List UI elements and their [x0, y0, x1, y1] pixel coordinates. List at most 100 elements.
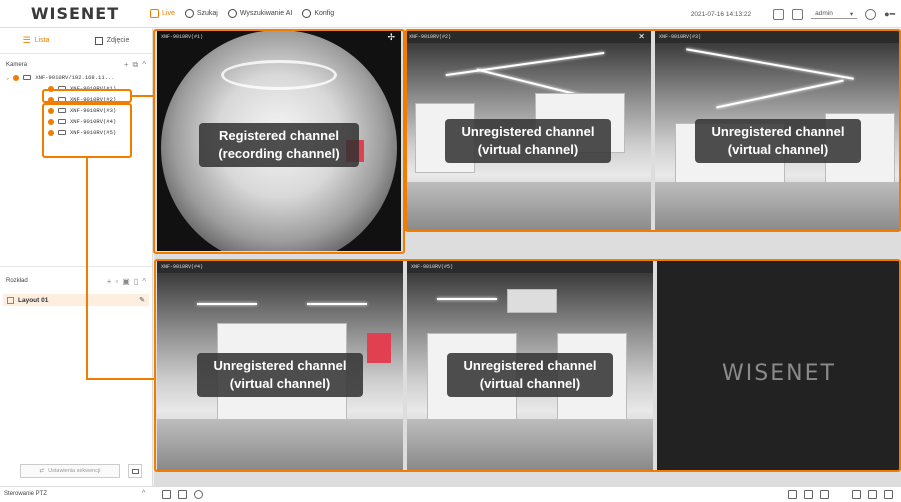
save-icon[interactable]: ▫ — [115, 277, 118, 286]
bottom-bar: Sterowanie PTZ ^ — [0, 486, 901, 502]
status-dot — [48, 129, 54, 136]
layout-item[interactable]: Layout 01 ✎ — [3, 294, 149, 306]
tile-caption: XNF-9010RV(#3) — [659, 34, 702, 40]
channel-subtype: (virtual channel) — [727, 142, 829, 157]
sidebar-tabs: ☰ Lista Zdjęcie — [0, 28, 152, 54]
screen-icon — [131, 468, 139, 474]
edit-icon[interactable]: ✎ — [139, 296, 145, 304]
sidebar: ☰ Lista Zdjęcie Kamera + ⧉ ^ ⌄ XNF-9010R… — [0, 28, 153, 486]
tab-ai-search[interactable]: Wyszukiwanie AI — [227, 9, 292, 18]
channel-subtype: (virtual channel) — [477, 142, 579, 157]
camera-add-icon[interactable]: ⧉ — [133, 60, 139, 70]
layout-grid-icon — [7, 296, 14, 304]
layout-section-title: Rozkład — [6, 278, 28, 284]
copy-icon[interactable]: ▣ — [122, 277, 130, 286]
channel-type: Unregistered channel — [461, 124, 595, 139]
close-icon[interactable]: ✕ — [638, 32, 645, 41]
sequence-settings-button[interactable]: ⇄ Ustawienia sekwencji — [20, 464, 120, 478]
tile-caption: XNF-9010RV(#2) — [409, 34, 452, 40]
collapse-icon[interactable]: ^ — [142, 277, 146, 286]
search-icon — [184, 9, 194, 18]
channel-label-box: Unregistered channel (virtual channel) — [445, 119, 611, 163]
channel-subtype: (virtual channel) — [229, 376, 331, 391]
fisheye-ring — [221, 59, 337, 90]
video-tile[interactable]: XNF-9010RV(#4) Unregistered channel (vir… — [157, 261, 403, 470]
empty-tile[interactable]: WISENET — [657, 261, 901, 470]
lock-icon[interactable] — [792, 8, 804, 20]
camera-icon — [58, 108, 66, 113]
chart-icon[interactable] — [820, 490, 829, 499]
tab-search-label: Szukaj — [196, 10, 218, 17]
channel-label: XNF-9010RV(#5) — [70, 129, 117, 136]
channel-row[interactable]: XNF-9010RV(#1) — [0, 83, 124, 94]
network-icon[interactable] — [178, 490, 187, 499]
ptz-control-label[interactable]: Sterowanie PTZ — [4, 491, 47, 497]
channel-type: Unregistered channel — [213, 358, 347, 373]
delete-icon[interactable]: ▯ — [134, 277, 138, 286]
status-dot — [48, 118, 54, 125]
add-icon[interactable]: + — [107, 277, 112, 286]
user-dropdown[interactable]: admin ▾ — [811, 9, 858, 19]
sequence-settings-label: Ustawienia sekwencji — [48, 468, 101, 474]
network-icon[interactable] — [773, 8, 785, 20]
chevron-up-icon[interactable]: ^ — [142, 490, 145, 497]
status-dot — [48, 96, 54, 103]
help-icon[interactable] — [865, 8, 877, 20]
maximize-icon[interactable] — [868, 490, 877, 499]
tab-list[interactable]: ☰ Lista — [23, 35, 50, 46]
channel-type: Registered channel — [219, 128, 339, 143]
video-grid: XNF-9010RV(#1) ✢ Registered channel (rec… — [154, 29, 901, 486]
channel-label-box: Registered channel (recording channel) — [199, 123, 359, 167]
move-icon[interactable]: ✢ — [387, 32, 395, 43]
screen-toggle-button[interactable] — [128, 464, 142, 478]
tab-config[interactable]: Konfig — [302, 9, 334, 18]
collapse-icon[interactable]: ^ — [142, 60, 146, 70]
ai-search-icon — [227, 9, 237, 18]
recorder-row[interactable]: ⌄ XNF-9010RV/192.168.11... — [0, 72, 152, 83]
leader-line — [86, 378, 154, 380]
user-name: admin — [815, 9, 833, 17]
window-icon[interactable] — [852, 490, 861, 499]
top-bar: WISENET Live Szukaj Wyszukiwanie AI Konf… — [0, 0, 901, 28]
brand-logo: WISENET — [30, 4, 120, 23]
datetime: 2021-07-16 14:13:22 — [690, 10, 752, 18]
channel-row[interactable]: XNF-9010RV(#2) — [0, 94, 152, 105]
add-icon[interactable]: + — [124, 60, 129, 70]
logout-icon[interactable]: ●━ — [884, 9, 895, 20]
camera-icon — [58, 119, 66, 124]
layout-name: Layout 01 — [18, 296, 49, 304]
record-icon[interactable] — [194, 490, 203, 499]
channel-label-box: Unregistered channel (virtual channel) — [447, 353, 613, 397]
channel-type: Unregistered channel — [463, 358, 597, 373]
video-tile[interactable]: XNF-9010RV(#2) ✕ Unregistered channel (v… — [405, 31, 651, 231]
tab-image[interactable]: Zdjęcie — [94, 36, 129, 45]
camera-tools: + ⧉ ^ — [124, 60, 146, 70]
main-nav: Live Szukaj Wyszukiwanie AI Konfig — [150, 9, 334, 18]
video-tile[interactable]: XNF-9010RV(#3) Unregistered channel (vir… — [655, 31, 901, 231]
tab-search[interactable]: Szukaj — [184, 9, 218, 18]
channel-row[interactable]: XNF-9010RV(#3) — [0, 105, 152, 116]
video-tile[interactable]: XNF-9010RV(#5) Unregistered channel (vir… — [407, 261, 653, 470]
leader-line — [132, 95, 153, 97]
layout-2-icon[interactable] — [804, 490, 813, 499]
channel-label: XNF-9010RV(#4) — [70, 118, 117, 125]
image-icon — [94, 36, 103, 45]
chevron-down-icon: ▾ — [849, 10, 854, 18]
export-icon[interactable] — [162, 490, 171, 499]
tab-live-label: Live — [162, 10, 175, 17]
channel-label: XNF-9010RV(#2) — [70, 96, 117, 103]
recorder-label: XNF-9010RV/192.168.11... — [35, 74, 115, 81]
channel-row[interactable]: XNF-9010RV(#4) — [0, 116, 152, 127]
tab-live[interactable]: Live — [150, 9, 175, 18]
tree-collapse-icon[interactable]: ⌄ — [6, 74, 9, 81]
leader-line — [86, 158, 88, 380]
channel-row[interactable]: XNF-9010RV(#5) — [0, 127, 152, 138]
layout-1-icon[interactable] — [788, 490, 797, 499]
channel-subtype: (virtual channel) — [479, 376, 581, 391]
wisenet-viewer: WISENET Live Szukaj Wyszukiwanie AI Konf… — [0, 0, 901, 502]
fullscreen-icon[interactable] — [884, 490, 893, 499]
channel-subtype: (recording channel) — [218, 146, 340, 161]
video-tile[interactable]: XNF-9010RV(#1) ✢ Registered channel (rec… — [157, 31, 401, 251]
brand-watermark: WISENET — [722, 361, 836, 386]
camera-icon — [58, 130, 66, 135]
